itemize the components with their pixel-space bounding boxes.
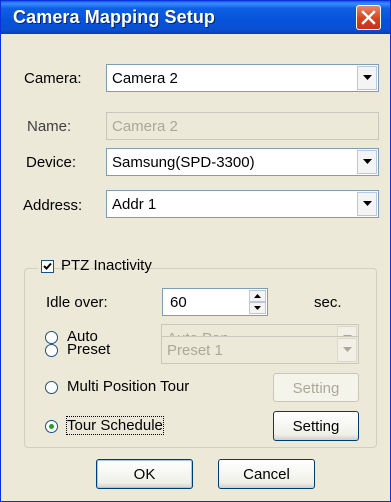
ptz-caption-label: PTZ Inactivity bbox=[61, 257, 152, 274]
auto-radio[interactable] bbox=[45, 331, 58, 344]
name-label: Name: bbox=[27, 118, 72, 135]
camera-dropdown[interactable]: Camera 2 bbox=[106, 64, 379, 92]
spin-down-button[interactable] bbox=[249, 302, 266, 314]
multi-position-tour-label[interactable]: Multi Position Tour bbox=[67, 378, 189, 395]
device-dropdown-arrow[interactable] bbox=[357, 150, 377, 174]
chevron-down-icon bbox=[363, 159, 372, 164]
multi-tour-setting-label: Setting bbox=[292, 380, 340, 397]
idle-value: 60 bbox=[170, 294, 187, 311]
preset-value: Preset 1 bbox=[167, 342, 223, 359]
address-label: Address: bbox=[23, 197, 83, 214]
preset-radio[interactable] bbox=[45, 344, 58, 357]
dialog-window: Camera Mapping Setup Camera: Camera 2 Na… bbox=[0, 0, 391, 502]
window-title: Camera Mapping Setup bbox=[13, 7, 216, 27]
chevron-down-icon bbox=[363, 75, 372, 80]
address-value: Addr 1 bbox=[112, 196, 157, 213]
camera-label: Camera: bbox=[24, 70, 82, 87]
multi-tour-setting-button: Setting bbox=[273, 373, 359, 402]
tour-schedule-radio[interactable] bbox=[45, 420, 58, 433]
name-field: Camera 2 bbox=[106, 112, 379, 140]
device-value: Samsung(SPD-3300) bbox=[112, 154, 255, 171]
close-button[interactable] bbox=[356, 5, 381, 30]
cancel-label: Cancel bbox=[243, 466, 290, 483]
device-dropdown[interactable]: Samsung(SPD-3300) bbox=[106, 148, 379, 176]
preset-label[interactable]: Preset bbox=[67, 341, 110, 358]
title-bar[interactable]: Camera Mapping Setup bbox=[1, 1, 390, 34]
ptz-caption[interactable]: PTZ Inactivity bbox=[38, 256, 152, 278]
device-label: Device: bbox=[26, 154, 77, 171]
ptz-checkbox[interactable] bbox=[41, 260, 54, 273]
radio-selected-dot bbox=[49, 424, 54, 429]
checkmark-icon bbox=[43, 262, 52, 270]
tour-schedule-setting-label: Setting bbox=[292, 418, 340, 435]
idle-unit: sec. bbox=[314, 294, 342, 311]
chevron-down-icon bbox=[254, 306, 261, 310]
cancel-button[interactable]: Cancel bbox=[218, 459, 315, 489]
tour-schedule-setting-button[interactable]: Setting bbox=[273, 411, 359, 441]
multi-position-tour-radio[interactable] bbox=[45, 381, 58, 394]
spin-up-button[interactable] bbox=[249, 290, 266, 302]
idle-label: Idle over: bbox=[46, 294, 108, 311]
chevron-up-icon bbox=[254, 294, 261, 298]
idle-spinner[interactable]: 60 bbox=[162, 288, 268, 316]
preset-dropdown: Preset 1 bbox=[161, 336, 359, 364]
ok-button[interactable]: OK bbox=[96, 459, 193, 489]
ok-label: OK bbox=[133, 466, 156, 483]
chevron-down-icon bbox=[363, 201, 372, 206]
camera-dropdown-arrow[interactable] bbox=[357, 66, 377, 90]
address-dropdown-arrow[interactable] bbox=[357, 192, 377, 216]
name-value: Camera 2 bbox=[112, 118, 178, 135]
close-icon bbox=[361, 10, 376, 25]
address-dropdown[interactable]: Addr 1 bbox=[106, 190, 379, 218]
camera-value: Camera 2 bbox=[112, 70, 178, 87]
tour-schedule-label[interactable]: Tour Schedule bbox=[66, 416, 164, 435]
preset-dropdown-arrow bbox=[337, 338, 357, 362]
chevron-down-icon bbox=[343, 347, 352, 352]
